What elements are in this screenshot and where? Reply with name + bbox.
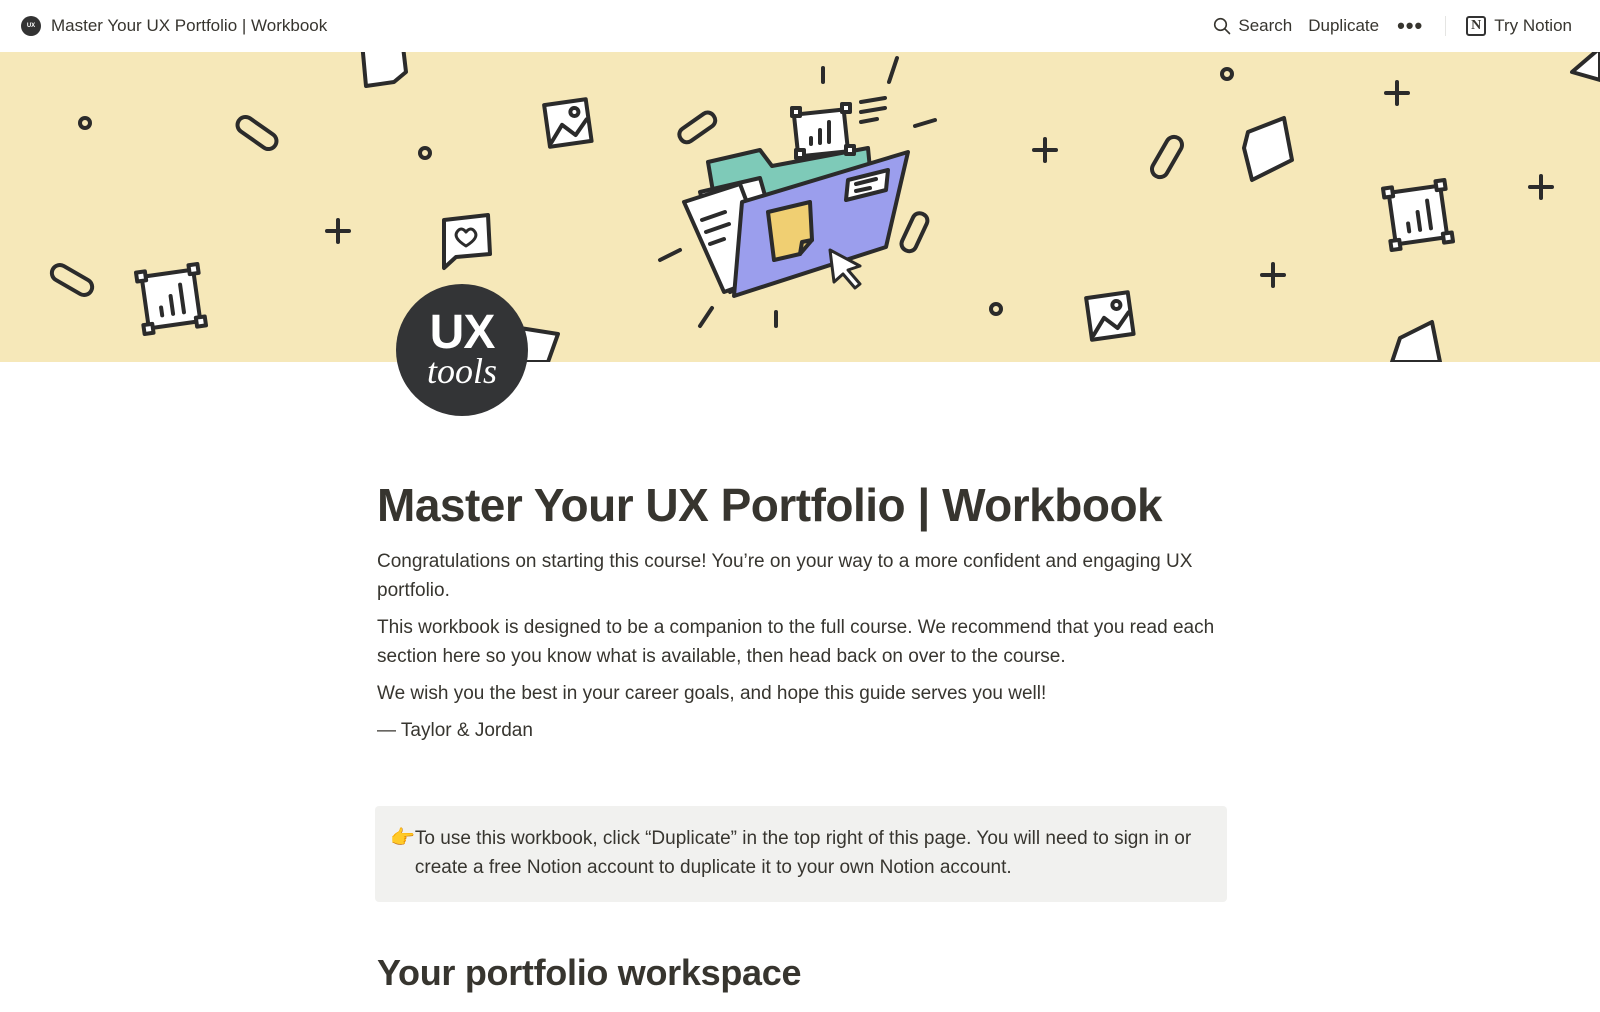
page-icon[interactable]: UX bbox=[21, 16, 41, 36]
topbar-actions: Search Duplicate ••• N Try Notion bbox=[1205, 12, 1580, 40]
chart-icon bbox=[1380, 177, 1456, 253]
search-icon bbox=[1214, 17, 1231, 35]
avatar-line2: tools bbox=[426, 351, 497, 391]
document-icon bbox=[1390, 320, 1442, 362]
circle-decor bbox=[418, 146, 432, 160]
chart-icon bbox=[790, 102, 856, 160]
document-icon bbox=[1242, 116, 1294, 182]
intro-paragraph: Congratulations on starting this course!… bbox=[377, 551, 1193, 602]
plus-icon bbox=[1384, 80, 1410, 106]
search-label: Search bbox=[1238, 16, 1293, 35]
document-icon bbox=[1570, 52, 1600, 82]
more-icon: ••• bbox=[1397, 13, 1424, 38]
duplicate-button[interactable]: Duplicate bbox=[1300, 12, 1387, 40]
signature: — Taylor & Jordan bbox=[377, 720, 533, 742]
section-heading: Your portfolio workspace bbox=[377, 952, 802, 993]
paperclip-icon bbox=[899, 211, 930, 254]
cover-illustration bbox=[49, 52, 1600, 362]
chat-heart-icon bbox=[442, 213, 492, 270]
plus-icon bbox=[325, 218, 351, 244]
avatar-line1: UX bbox=[429, 306, 496, 359]
sparkle-line bbox=[658, 248, 682, 262]
intro-paragraph: This workbook is designed to be a compan… bbox=[377, 617, 1215, 668]
circle-decor bbox=[78, 116, 92, 130]
callout-text: To use this workbook, click “Duplicate” … bbox=[414, 828, 1192, 878]
duplicate-callout: 👉 To use this workbook, click “Duplicate… bbox=[375, 806, 1227, 902]
plus-icon bbox=[1032, 137, 1058, 163]
image-icon bbox=[1084, 290, 1136, 342]
plus-icon bbox=[1528, 174, 1554, 200]
sparkle-line bbox=[698, 306, 714, 328]
chart-icon bbox=[133, 261, 209, 337]
plus-icon bbox=[1260, 262, 1286, 288]
document-icon bbox=[360, 52, 408, 88]
page-title: Master Your UX Portfolio | Workbook bbox=[377, 479, 1163, 531]
breadcrumb-title[interactable]: Master Your UX Portfolio | Workbook bbox=[51, 16, 327, 36]
try-notion-button[interactable]: N Try Notion bbox=[1458, 12, 1580, 40]
folder-illustration bbox=[682, 102, 910, 298]
sparkle-line bbox=[859, 117, 879, 124]
cover-image bbox=[0, 52, 1600, 362]
notion-logo-icon: N bbox=[1466, 16, 1487, 36]
image-icon bbox=[542, 97, 594, 149]
try-notion-label: Try Notion bbox=[1494, 16, 1572, 35]
more-options-button[interactable]: ••• bbox=[1387, 15, 1433, 37]
paperclip-icon bbox=[49, 263, 95, 297]
page-content: Master Your UX Portfolio | Workbook Cong… bbox=[377, 478, 1227, 745]
sparkle-line bbox=[859, 106, 887, 114]
search-button[interactable]: Search bbox=[1205, 12, 1300, 40]
pointing-hand-icon: 👉 bbox=[390, 827, 415, 849]
divider bbox=[1445, 16, 1447, 36]
page-avatar-logo: UX tools bbox=[396, 284, 528, 416]
paperclip-icon bbox=[677, 110, 718, 145]
circle-decor bbox=[989, 302, 1003, 316]
sparkle-line bbox=[887, 56, 899, 84]
circle-decor bbox=[1220, 67, 1234, 81]
paperclip-icon bbox=[235, 114, 279, 152]
paperclip-icon bbox=[1150, 134, 1184, 180]
sparkle-line bbox=[859, 96, 887, 104]
sparkle-line bbox=[913, 118, 937, 128]
top-bar: UX Master Your UX Portfolio | Workbook S… bbox=[0, 0, 1600, 52]
intro-paragraph: We wish you the best in your career goal… bbox=[377, 683, 1047, 705]
